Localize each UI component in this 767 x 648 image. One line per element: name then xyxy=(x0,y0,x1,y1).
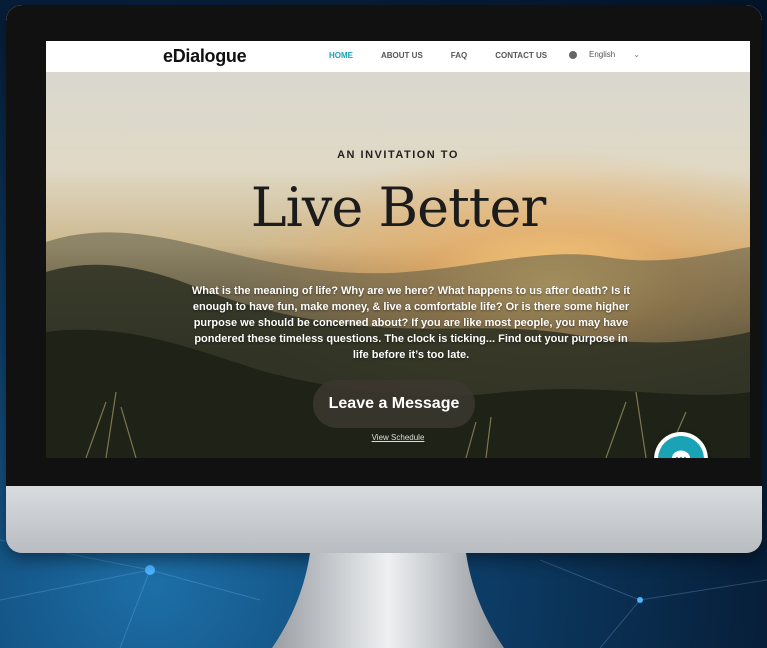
hero-kicker: AN INVITATION TO xyxy=(337,149,459,161)
nav-item-home[interactable]: HOME xyxy=(329,51,353,60)
nav-item-contact-us[interactable]: CONTACT US xyxy=(495,51,547,60)
chat-bubble-icon xyxy=(658,436,704,458)
view-schedule-link[interactable]: View Schedule xyxy=(46,433,750,442)
nav-menu: HOME ABOUT US FAQ CONTACT US xyxy=(329,51,575,60)
language-selector[interactable]: English ⌄ xyxy=(569,50,640,59)
monitor-stand xyxy=(272,553,504,648)
hero-headline: Live Better xyxy=(250,176,547,239)
monitor-chin xyxy=(6,486,762,553)
hero-section: AN INVITATION TO Live Better What is the… xyxy=(46,72,750,458)
website-screen: AN INVITATION TO Live Better What is the… xyxy=(46,41,750,458)
chevron-down-icon: ⌄ xyxy=(633,50,640,59)
nav-item-faq[interactable]: FAQ xyxy=(451,51,467,60)
leave-message-button[interactable]: Leave a Message xyxy=(313,380,475,428)
nav-item-about-us[interactable]: ABOUT US xyxy=(381,51,423,60)
globe-icon xyxy=(569,50,577,59)
site-logo[interactable]: eDialogue xyxy=(163,46,247,67)
navbar: eDialogue HOME ABOUT US FAQ CONTACT US E… xyxy=(46,41,750,72)
language-label: English xyxy=(589,50,616,59)
monitor: AN INVITATION TO Live Better What is the… xyxy=(6,5,762,553)
hero-body-text: What is the meaning of life? Why are we … xyxy=(191,285,631,361)
